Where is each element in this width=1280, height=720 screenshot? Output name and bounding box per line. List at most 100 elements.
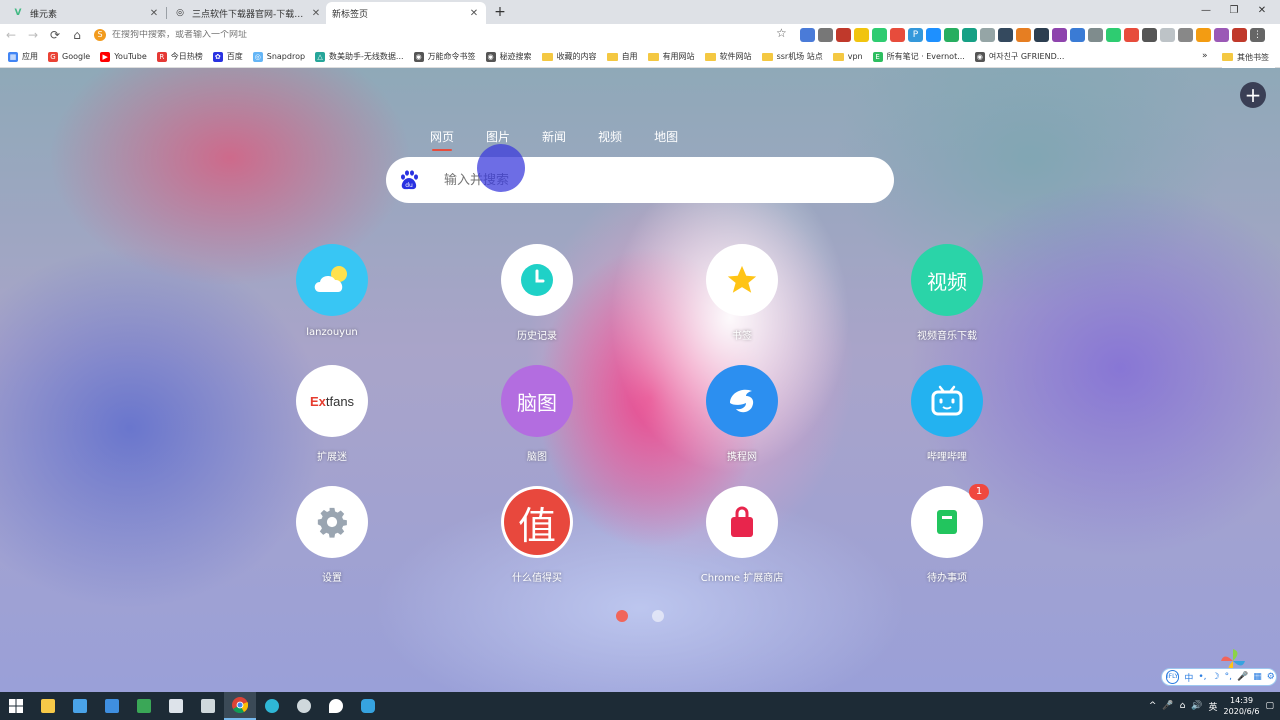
bookmark-youtube[interactable]: ▶ YouTube — [100, 51, 147, 62]
forward-button[interactable]: → — [22, 28, 44, 42]
omnibox[interactable]: S — [94, 25, 774, 45]
extension-icon[interactable] — [1106, 28, 1121, 42]
extension-icon[interactable] — [1178, 28, 1193, 42]
extension-icon[interactable] — [1052, 28, 1067, 42]
extension-icon[interactable] — [872, 28, 887, 42]
extension-icon[interactable] — [1196, 28, 1211, 42]
shortcut-lanzouyun[interactable]: lanzouyun — [262, 244, 402, 338]
bookmarks-overflow-button[interactable]: » — [1202, 51, 1208, 61]
reload-button[interactable]: ⟳ — [44, 28, 66, 42]
taskbar-store[interactable] — [64, 692, 96, 720]
extension-icon[interactable] — [1142, 28, 1157, 42]
baidu-paw-icon[interactable]: du — [398, 169, 420, 191]
ime-mic-icon[interactable]: 🎤 — [1237, 672, 1248, 682]
taskbar-shield[interactable] — [128, 692, 160, 720]
extension-icon[interactable] — [962, 28, 977, 42]
back-button[interactable]: ← — [0, 28, 22, 42]
shortcut-bilibili[interactable]: 哔哩哔哩 — [877, 365, 1017, 463]
shortcut-smzdm[interactable]: 值 什么值得买 — [467, 486, 607, 584]
home-button[interactable]: ⌂ — [66, 28, 88, 42]
start-button[interactable] — [0, 692, 32, 720]
pager-dot-active[interactable] — [616, 610, 628, 622]
extension-icon[interactable] — [1016, 28, 1031, 42]
shortcut-settings[interactable]: 设置 — [262, 486, 402, 584]
search-tab-video[interactable]: 视频 — [598, 128, 622, 149]
omnibox-input[interactable] — [112, 30, 712, 40]
ime-logo-icon[interactable]: iFLY — [1166, 670, 1180, 684]
bookmark-gfriend[interactable]: ◉ 여자친구 GFRIEND... — [974, 51, 1064, 62]
extension-icon[interactable] — [1124, 28, 1139, 42]
tray-ime-icon[interactable]: 英 — [1209, 700, 1218, 713]
extension-icon[interactable] — [926, 28, 941, 42]
bookmark-folder[interactable]: ssr机场 站点 — [761, 51, 823, 62]
bookmark-shumei[interactable]: △ 数美助手-无线数据... — [315, 51, 404, 62]
ime-settings-icon[interactable]: ⚙ — [1267, 672, 1275, 682]
extension-icon[interactable] — [1160, 28, 1175, 42]
extension-icon[interactable] — [818, 28, 833, 42]
ime-language-toggle[interactable]: 中 — [1184, 671, 1193, 684]
extension-icon[interactable] — [800, 28, 815, 42]
shortcut-ctrip[interactable]: 携程网 — [672, 365, 812, 463]
bookmark-google[interactable]: G Google — [48, 51, 90, 62]
ime-width-icon[interactable]: °, — [1225, 672, 1232, 682]
taskbar-app[interactable] — [352, 692, 384, 720]
close-window-button[interactable]: ✕ — [1252, 3, 1272, 19]
notification-center-icon[interactable]: ▢ — [1265, 701, 1274, 711]
extension-icon[interactable] — [1034, 28, 1049, 42]
bookmark-baidu[interactable]: ✿ 百度 — [212, 51, 243, 62]
taskbar-chrome[interactable] — [224, 692, 256, 720]
search-tab-web[interactable]: 网页 — [430, 128, 454, 151]
extension-icon[interactable] — [1214, 28, 1229, 42]
taskbar-file-explorer[interactable] — [32, 692, 64, 720]
taskbar-maps[interactable] — [320, 692, 352, 720]
shortcut-todo[interactable]: 1 待办事项 — [877, 484, 1017, 584]
extension-icon[interactable] — [890, 28, 905, 42]
bookmark-miji[interactable]: ◉ 秘迹搜索 — [485, 51, 532, 62]
taskbar-monitor[interactable] — [160, 692, 192, 720]
tray-volume-icon[interactable]: 🔊 — [1191, 701, 1202, 711]
bookmark-folder[interactable]: 收藏的内容 — [541, 51, 597, 62]
bookmark-folder[interactable]: 软件网站 — [704, 51, 752, 62]
bookmark-star-icon[interactable]: ☆ — [776, 26, 787, 40]
ime-punct-icon[interactable]: •, — [1198, 672, 1206, 682]
bookmark-snapdrop[interactable]: ◎ Snapdrop — [252, 51, 305, 62]
extension-icon[interactable] — [998, 28, 1013, 42]
bookmark-evernote[interactable]: E 所有笔记 · Evernot... — [872, 51, 965, 62]
bookmark-wanneng[interactable]: ◉ 万能命令书签 — [413, 51, 476, 62]
extension-icon[interactable] — [980, 28, 995, 42]
shortcut-video-download[interactable]: 视频 视频音乐下载 — [877, 244, 1017, 342]
bookmark-jinrirebang[interactable]: R 今日热榜 — [156, 51, 203, 62]
bookmark-folder[interactable]: 自用 — [606, 51, 638, 62]
shortcut-chrome-webstore[interactable]: Chrome 扩展商店 — [672, 486, 812, 584]
shortcut-extfans[interactable]: Extfans 扩展迷 — [262, 365, 402, 463]
taskbar-clock[interactable]: 14:39 2020/6/6 — [1224, 695, 1260, 717]
menu-dots-icon[interactable]: ⋮ — [1250, 28, 1265, 42]
new-tab-button[interactable]: + — [492, 4, 508, 20]
maximize-button[interactable]: ❐ — [1224, 3, 1244, 19]
pager-dot[interactable] — [652, 610, 664, 622]
search-tab-map[interactable]: 地图 — [654, 128, 678, 149]
extension-icon[interactable] — [854, 28, 869, 42]
shortcut-bookmarks[interactable]: 书签 — [672, 244, 812, 342]
taskbar-edge[interactable] — [256, 692, 288, 720]
taskbar-settings[interactable] — [288, 692, 320, 720]
add-shortcut-button[interactable]: + — [1240, 82, 1266, 108]
search-box[interactable]: du — [386, 157, 894, 203]
tab-weiyuansu[interactable]: V 维元素 ✕ — [6, 2, 166, 24]
tray-network-icon[interactable]: ⌂ — [1180, 701, 1186, 711]
tab-close-icon[interactable]: ✕ — [310, 8, 322, 19]
tab-sandian[interactable]: ◎ 三点软件下载器官网-下载官方版 ✕ — [168, 2, 328, 24]
tab-close-icon[interactable]: ✕ — [148, 8, 160, 19]
tray-mic-icon[interactable]: 🎤 — [1162, 701, 1173, 711]
ime-keyboard-icon[interactable]: ▦ — [1253, 672, 1262, 682]
extension-icon[interactable] — [836, 28, 851, 42]
tray-expand-icon[interactable]: ^ — [1149, 701, 1157, 711]
bookmark-folder[interactable]: vpn — [832, 52, 863, 61]
tab-newtab[interactable]: 新标签页 ✕ — [326, 2, 486, 24]
other-bookmarks[interactable]: 其他书签 — [1222, 46, 1275, 68]
taskbar-mail[interactable] — [96, 692, 128, 720]
extension-icon[interactable] — [1088, 28, 1103, 42]
shortcut-mindmap[interactable]: 脑图 脑图 — [467, 365, 607, 463]
ime-moon-icon[interactable]: ☽ — [1212, 672, 1220, 682]
profile-avatar-icon[interactable] — [1232, 28, 1247, 42]
